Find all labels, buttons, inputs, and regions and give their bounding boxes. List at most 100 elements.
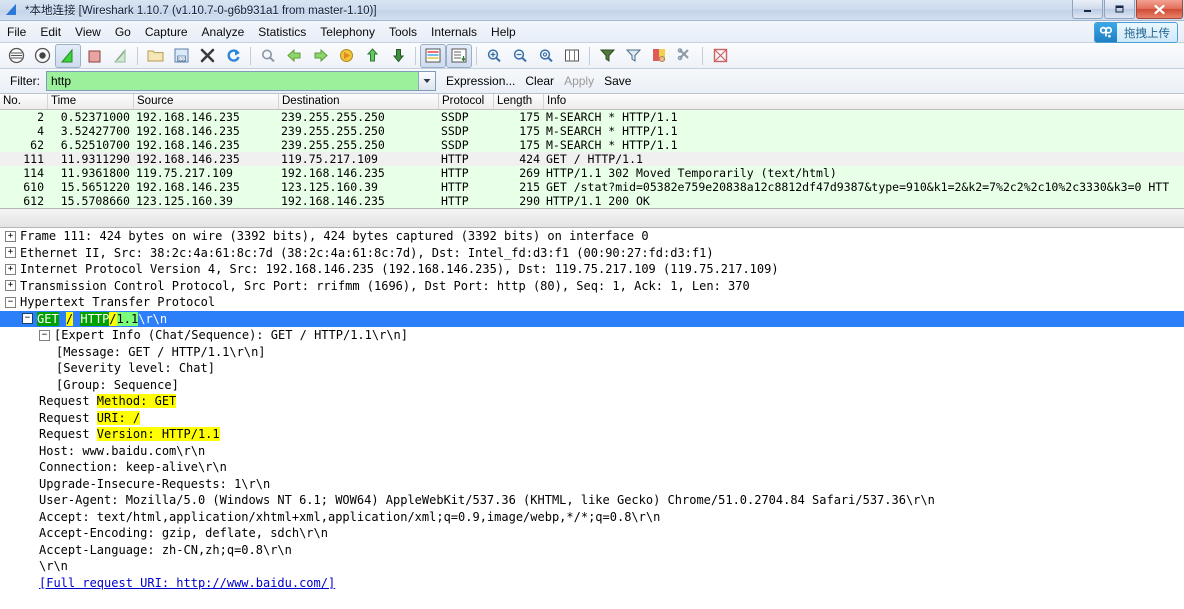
stop-capture-icon[interactable] (81, 44, 107, 68)
filter-expression-button[interactable]: Expression... (446, 74, 515, 88)
menu-capture[interactable]: Capture (138, 23, 195, 41)
table-row[interactable]: 4 3.52427700 192.168.146.235 239.255.255.25… (0, 124, 1184, 138)
detail-tree-row[interactable]: Request Method: GET (0, 393, 1184, 410)
menu-file[interactable]: File (0, 23, 33, 41)
go-last-packet-icon[interactable] (385, 44, 411, 68)
detail-tree-row[interactable]: Accept-Language: zh-CN,zh;q=0.8\r\n (0, 542, 1184, 559)
table-row[interactable]: 62 6.52510700 192.168.146.235 239.255.255.2… (0, 138, 1184, 152)
maximize-button[interactable] (1104, 0, 1135, 19)
menu-edit[interactable]: Edit (33, 23, 68, 41)
detail-tree-row[interactable]: − GET / HTTP/1.1\r\n (0, 310, 1184, 327)
menu-help[interactable]: Help (484, 23, 523, 41)
table-row[interactable]: 111 11.9311290 192.168.146.235 119.75.217.1… (0, 152, 1184, 166)
detail-tree-row[interactable]: − Hypertext Transfer Protocol (0, 294, 1184, 311)
menu-view[interactable]: View (68, 23, 108, 41)
chevron-down-icon[interactable] (418, 72, 435, 90)
detail-tree-row[interactable]: Request Version: HTTP/1.1 (0, 426, 1184, 443)
detail-tree-row[interactable]: [Group: Sequence] (0, 377, 1184, 394)
expand-icon[interactable]: + (5, 230, 16, 242)
go-back-icon[interactable] (281, 44, 307, 68)
detail-tree-row[interactable]: User-Agent: Mozilla/5.0 (Windows NT 6.1;… (0, 492, 1184, 509)
detail-tree-row[interactable]: Accept: text/html,application/xhtml+xml,… (0, 509, 1184, 526)
detail-tree-row[interactable]: − [Expert Info (Chat/Sequence): GET / HTT… (0, 327, 1184, 344)
auto-scroll-icon[interactable] (446, 43, 472, 68)
capture-filters-icon[interactable] (594, 44, 620, 68)
column-header-source[interactable]: Source (134, 94, 279, 109)
display-filters-icon[interactable] (620, 44, 646, 68)
zoom-reset-icon[interactable] (533, 44, 559, 68)
filter-clear-button[interactable]: Clear (525, 74, 554, 88)
collapse-icon[interactable]: − (39, 329, 50, 341)
packet-list-pane[interactable]: No. Time Source Destination Protocol Len… (0, 94, 1184, 208)
menu-telephony[interactable]: Telephony (313, 23, 382, 41)
packet-detail-pane[interactable]: + Frame 111: 424 bytes on wire (3392 bits… (0, 228, 1184, 593)
close-button[interactable] (1136, 0, 1183, 19)
close-file-icon[interactable] (194, 44, 220, 68)
window-controls[interactable] (1071, 0, 1183, 19)
column-header-length[interactable]: Length (494, 94, 544, 109)
go-to-packet-icon[interactable] (333, 44, 359, 68)
filter-apply-button[interactable]: Apply (564, 74, 594, 88)
drag-upload-button[interactable]: 拖拽上传 (1094, 22, 1178, 43)
detail-tree-row[interactable]: Request URI: / (0, 410, 1184, 427)
pane-splitter[interactable] (0, 208, 1184, 228)
detail-tree-row[interactable]: Connection: keep-alive\r\n (0, 459, 1184, 476)
detail-tree-row[interactable]: [HTTP request 1/1] (0, 591, 1184, 593)
column-header-info[interactable]: Info (544, 94, 1184, 109)
restart-capture-icon[interactable] (107, 44, 133, 68)
column-header-destination[interactable]: Destination (279, 94, 439, 109)
detail-tree-row[interactable]: Host: www.baidu.com\r\n (0, 443, 1184, 460)
expand-icon[interactable]: + (5, 263, 16, 275)
detail-tree-row[interactable]: + Ethernet II, Src: 38:2c:4a:61:8c:7d (38… (0, 245, 1184, 262)
detail-tree-row[interactable]: [Full request URI: http://www.baidu.com/… (0, 575, 1184, 592)
collapse-icon[interactable]: − (5, 296, 16, 308)
packet-list-body[interactable]: 2 0.52371000 192.168.146.235 239.255.255.25… (0, 110, 1184, 208)
detail-tree-row[interactable]: [Severity level: Chat] (0, 360, 1184, 377)
detail-tree-row[interactable]: Accept-Encoding: gzip, deflate, sdch\r\n (0, 525, 1184, 542)
filter-input[interactable] (47, 72, 418, 90)
filter-combo[interactable] (46, 71, 436, 91)
coloring-rules-icon[interactable] (646, 44, 672, 68)
table-row[interactable]: 2 0.52371000 192.168.146.235 239.255.255.25… (0, 110, 1184, 124)
reload-file-icon[interactable] (220, 44, 246, 68)
go-first-packet-icon[interactable] (359, 44, 385, 68)
toolbar-separator (476, 46, 477, 65)
detail-tree-row[interactable]: + Transmission Control Protocol, Src Port… (0, 278, 1184, 295)
menu-tools[interactable]: Tools (382, 23, 424, 41)
start-capture-icon[interactable] (55, 43, 81, 68)
table-row[interactable]: 612 15.5708660 123.125.160.39 192.168.146.2… (0, 194, 1184, 208)
minimize-button[interactable] (1072, 0, 1103, 19)
open-file-icon[interactable] (142, 44, 168, 68)
expand-icon[interactable]: + (5, 280, 16, 292)
table-row[interactable]: 114 11.9361800 119.75.217.109 192.168.146.2… (0, 166, 1184, 180)
filter-save-button[interactable]: Save (604, 74, 631, 88)
detail-tree-row[interactable]: \r\n (0, 558, 1184, 575)
table-row[interactable]: 610 15.5651220 192.168.146.235 123.125.160.… (0, 180, 1184, 194)
column-header-protocol[interactable]: Protocol (439, 94, 494, 109)
menu-go[interactable]: Go (108, 23, 138, 41)
expand-icon[interactable]: + (5, 247, 16, 259)
collapse-icon[interactable]: − (22, 313, 33, 325)
detail-tree-row[interactable]: Upgrade-Insecure-Requests: 1\r\n (0, 476, 1184, 493)
help-contents-icon[interactable] (707, 44, 733, 68)
go-forward-icon[interactable] (307, 44, 333, 68)
preferences-icon[interactable] (672, 44, 698, 68)
menu-statistics[interactable]: Statistics (251, 23, 313, 41)
menu-internals[interactable]: Internals (424, 23, 484, 41)
resize-columns-icon[interactable] (559, 44, 585, 68)
toolbar-separator (702, 46, 703, 65)
column-header-time[interactable]: Time (48, 94, 134, 109)
capture-options-icon[interactable] (29, 44, 55, 68)
detail-tree-row[interactable]: + Frame 111: 424 bytes on wire (3392 bits… (0, 228, 1184, 245)
save-file-icon[interactable]: 010 (168, 44, 194, 68)
zoom-in-icon[interactable] (481, 44, 507, 68)
column-header-no[interactable]: No. (0, 94, 48, 109)
colorize-packet-list-icon[interactable] (420, 43, 446, 68)
find-packet-icon[interactable] (255, 44, 281, 68)
zoom-out-icon[interactable] (507, 44, 533, 68)
menu-analyze[interactable]: Analyze (195, 23, 252, 41)
detail-tree-row[interactable]: [Message: GET / HTTP/1.1\r\n] (0, 344, 1184, 361)
detail-tree-row[interactable]: + Internet Protocol Version 4, Src: 192.1… (0, 261, 1184, 278)
list-interfaces-icon[interactable] (3, 44, 29, 68)
menu-internals-label: Internals (431, 24, 478, 39)
